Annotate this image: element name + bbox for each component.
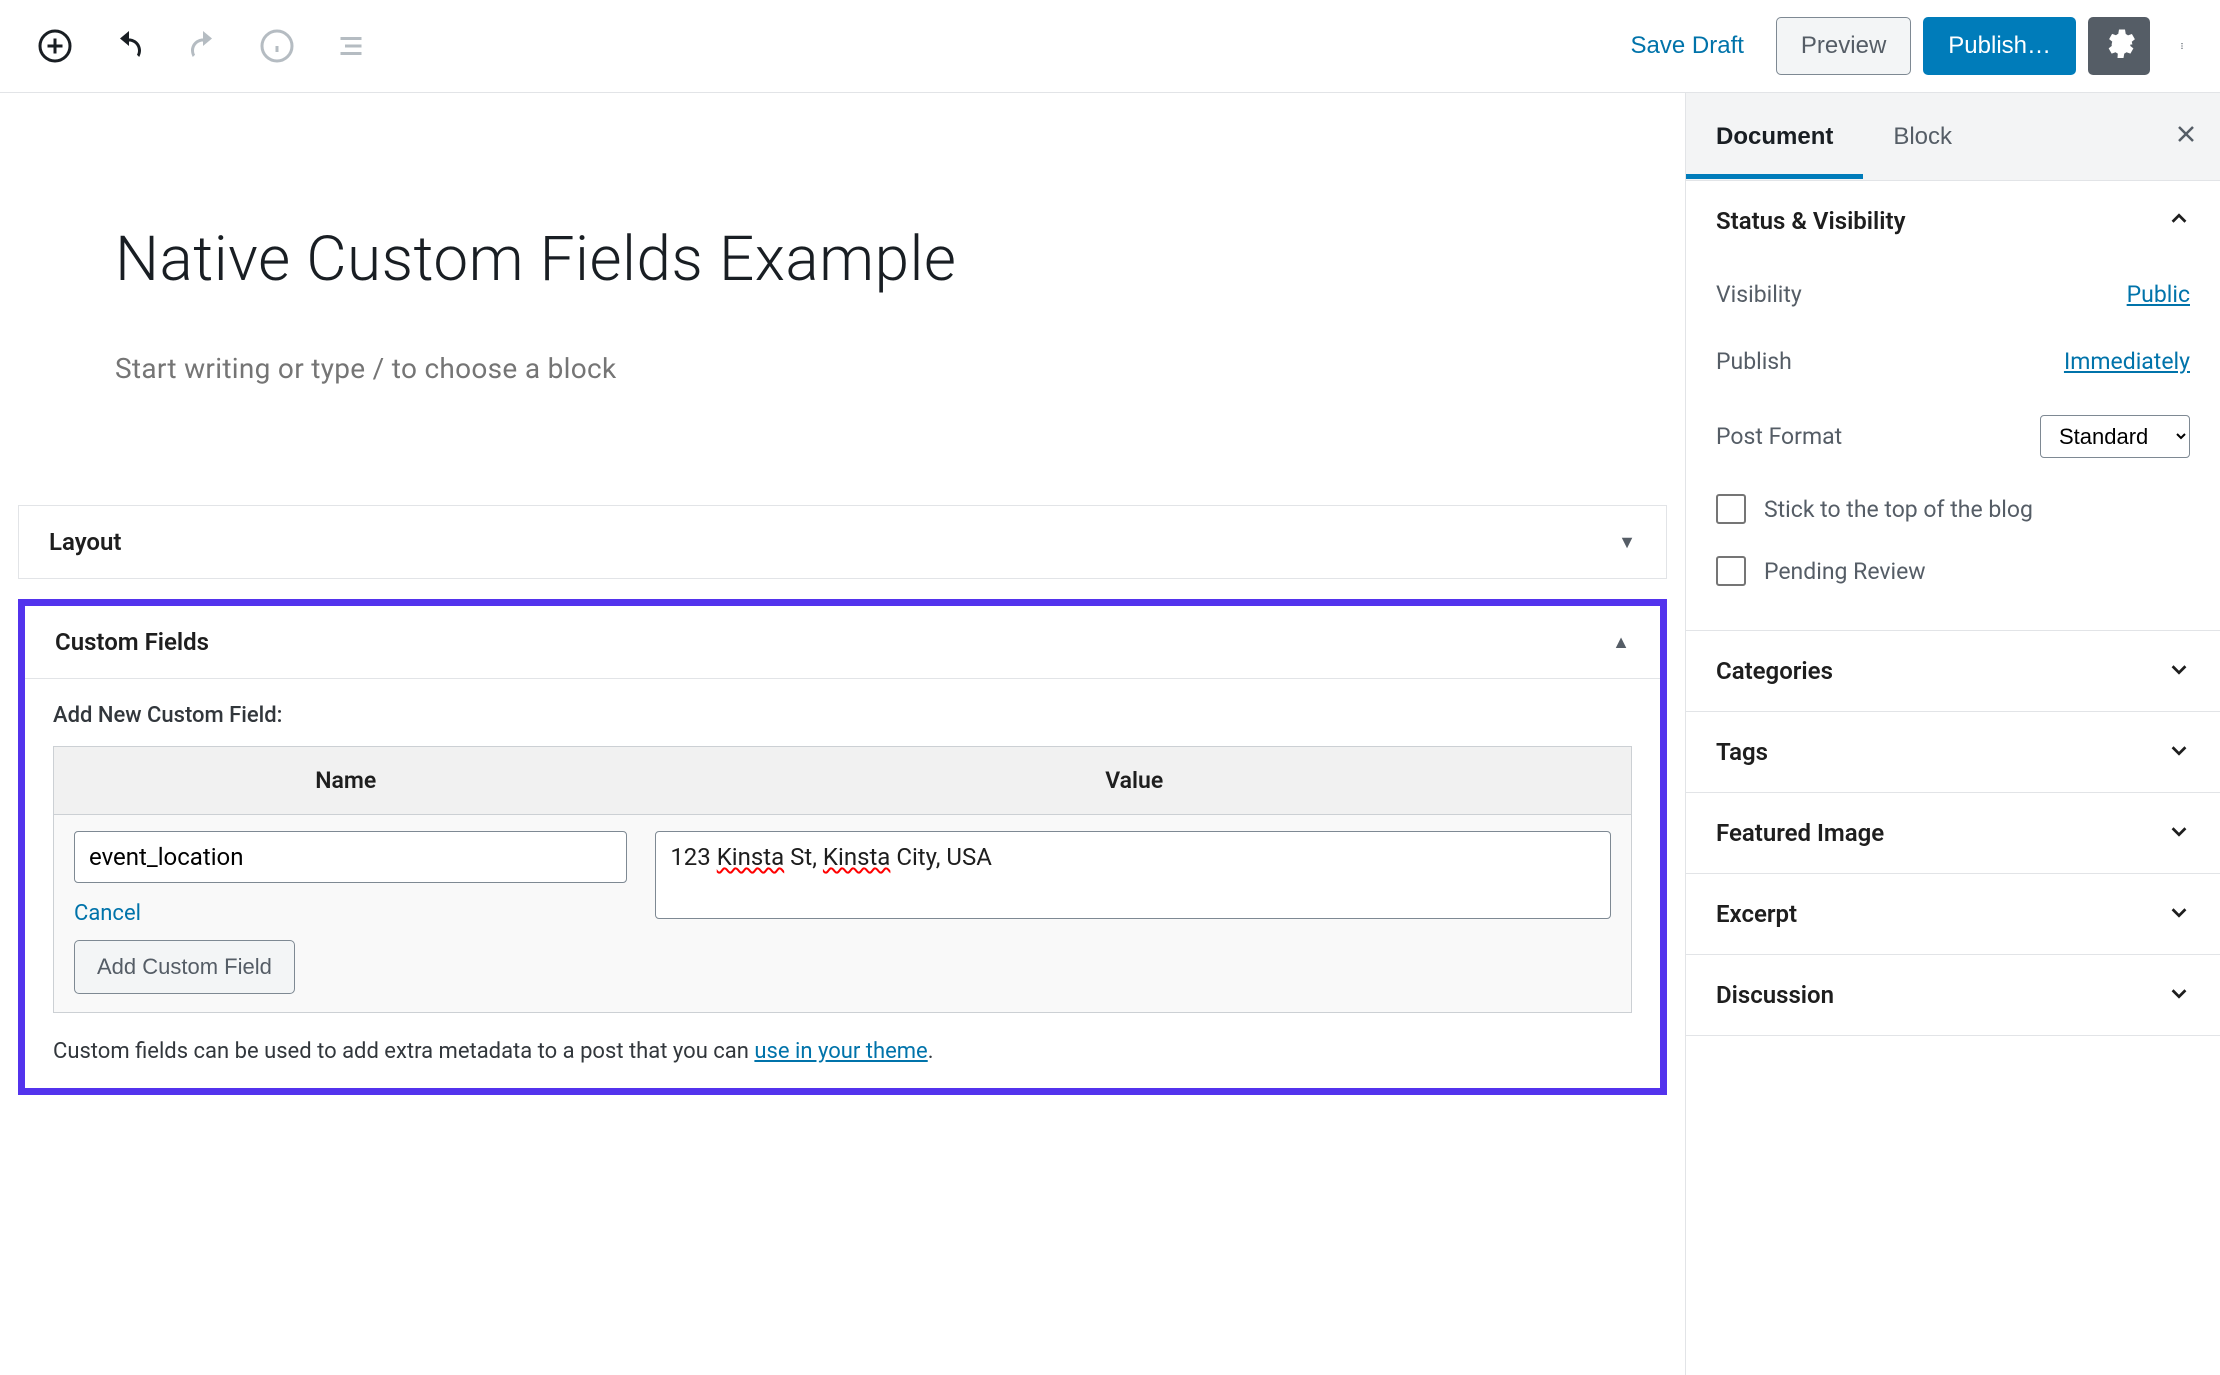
theme-link[interactable]: use in your theme bbox=[754, 1039, 927, 1064]
custom-fields-title: Custom Fields bbox=[55, 628, 209, 656]
info-button[interactable] bbox=[248, 17, 306, 75]
post-format-label: Post Format bbox=[1716, 423, 1842, 450]
custom-field-table: Name Value Cancel Add Custom Field bbox=[53, 746, 1632, 1013]
toolbar-left bbox=[18, 17, 380, 75]
block-placeholder[interactable]: Start writing or type / to choose a bloc… bbox=[0, 326, 1685, 485]
categories-header[interactable]: Categories bbox=[1686, 631, 2220, 711]
pending-label: Pending Review bbox=[1764, 558, 1926, 585]
cf-hint: Custom fields can be used to add extra m… bbox=[53, 1013, 1632, 1064]
redo-icon bbox=[185, 28, 221, 64]
editor-canvas: Native Custom Fields Example Start writi… bbox=[0, 93, 1685, 1375]
stick-label: Stick to the top of the blog bbox=[1764, 496, 2033, 523]
layout-metabox-header[interactable]: Layout ▼ bbox=[19, 506, 1666, 578]
plus-circle-icon bbox=[37, 28, 73, 64]
tab-document[interactable]: Document bbox=[1686, 95, 1863, 179]
cancel-link[interactable]: Cancel bbox=[74, 901, 627, 926]
excerpt-header[interactable]: Excerpt bbox=[1686, 874, 2220, 954]
editor-toolbar: Save Draft Preview Publish… bbox=[0, 0, 2220, 93]
add-block-button[interactable] bbox=[26, 17, 84, 75]
layout-metabox-title: Layout bbox=[49, 528, 121, 556]
list-icon bbox=[333, 28, 369, 64]
publish-button[interactable]: Publish… bbox=[1923, 17, 2076, 75]
settings-button[interactable] bbox=[2088, 17, 2150, 75]
custom-fields-metabox: Custom Fields ▲ Add New Custom Field: Na… bbox=[18, 599, 1667, 1095]
layout-metabox: Layout ▼ bbox=[18, 505, 1667, 579]
categories-panel: Categories bbox=[1686, 631, 2220, 712]
info-icon bbox=[259, 28, 295, 64]
sidebar-close-button[interactable] bbox=[2174, 121, 2198, 153]
custom-fields-header[interactable]: Custom Fields ▲ bbox=[25, 606, 1660, 678]
save-draft-button[interactable]: Save Draft bbox=[1611, 18, 1764, 74]
add-custom-field-button[interactable]: Add Custom Field bbox=[74, 940, 295, 994]
more-options-button[interactable] bbox=[2162, 17, 2202, 75]
cf-value-input[interactable]: 123 Kinsta St, Kinsta City, USA bbox=[655, 831, 1611, 919]
excerpt-panel: Excerpt bbox=[1686, 874, 2220, 955]
sidebar-tabs: Document Block bbox=[1686, 93, 2220, 181]
chevron-down-icon bbox=[2168, 982, 2190, 1009]
visibility-label: Visibility bbox=[1716, 281, 1802, 308]
cf-value-header: Value bbox=[637, 747, 1631, 814]
chevron-down-icon bbox=[2168, 658, 2190, 685]
tags-header[interactable]: Tags bbox=[1686, 712, 2220, 792]
pending-checkbox[interactable] bbox=[1716, 556, 1746, 586]
redo-button[interactable] bbox=[174, 17, 232, 75]
publish-value[interactable]: Immediately bbox=[2064, 348, 2190, 375]
settings-sidebar: Document Block Status & Visibility Visib… bbox=[1685, 93, 2220, 1375]
add-custom-field-label: Add New Custom Field: bbox=[53, 703, 1632, 728]
outline-button[interactable] bbox=[322, 17, 380, 75]
collapse-icon: ▼ bbox=[1618, 532, 1636, 553]
tab-block[interactable]: Block bbox=[1863, 95, 1982, 179]
collapse-icon: ▲ bbox=[1612, 632, 1630, 653]
chevron-down-icon bbox=[2168, 739, 2190, 766]
tags-panel: Tags bbox=[1686, 712, 2220, 793]
toolbar-right: Save Draft Preview Publish… bbox=[1611, 17, 2202, 75]
featured-image-header[interactable]: Featured Image bbox=[1686, 793, 2220, 873]
status-visibility-panel: Status & Visibility Visibility Public Pu… bbox=[1686, 181, 2220, 631]
undo-icon bbox=[111, 28, 147, 64]
chevron-down-icon bbox=[2168, 820, 2190, 847]
featured-image-panel: Featured Image bbox=[1686, 793, 2220, 874]
chevron-up-icon bbox=[2168, 208, 2190, 235]
more-vertical-icon bbox=[2178, 28, 2186, 64]
preview-button[interactable]: Preview bbox=[1776, 17, 1911, 75]
cf-name-input[interactable] bbox=[74, 831, 627, 883]
chevron-down-icon bbox=[2168, 901, 2190, 928]
gear-icon bbox=[2101, 28, 2137, 64]
discussion-header[interactable]: Discussion bbox=[1686, 955, 2220, 1035]
cf-name-header: Name bbox=[54, 747, 637, 814]
post-format-select[interactable]: Standard bbox=[2040, 415, 2190, 458]
discussion-panel: Discussion bbox=[1686, 955, 2220, 1036]
undo-button[interactable] bbox=[100, 17, 158, 75]
publish-label: Publish bbox=[1716, 348, 1792, 375]
visibility-value[interactable]: Public bbox=[2127, 281, 2190, 308]
close-icon bbox=[2174, 122, 2198, 146]
post-title-input[interactable]: Native Custom Fields Example bbox=[0, 93, 1685, 326]
status-visibility-header[interactable]: Status & Visibility bbox=[1686, 181, 2220, 261]
stick-checkbox[interactable] bbox=[1716, 494, 1746, 524]
